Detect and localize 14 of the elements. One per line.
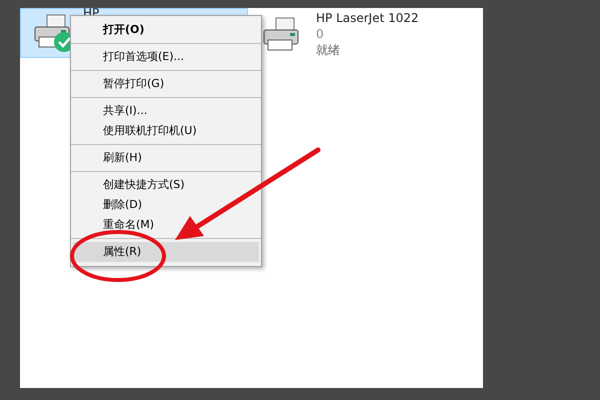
menu-item[interactable]: 打开(O) (73, 20, 259, 40)
menu-item[interactable]: 刷新(H) (73, 148, 259, 168)
document-count: 0 (316, 26, 325, 42)
menu-item[interactable]: 暂停打印(G) (73, 74, 259, 94)
menu-item[interactable]: 属性(R) (73, 242, 259, 262)
printer-name: HP LaserJet 1022 (316, 10, 419, 26)
printer-status: 就绪 (316, 42, 341, 58)
menu-item[interactable]: 删除(D) (73, 195, 259, 215)
menu-item[interactable]: 重命名(M) (73, 215, 259, 235)
printer-tile[interactable]: HP LaserJet 1022 0 就绪 (260, 8, 419, 68)
menu-item[interactable]: 创建快捷方式(S) (73, 175, 259, 195)
menu-item[interactable]: 使用联机打印机(U) (73, 121, 259, 141)
menu-item[interactable]: 打印首选项(E)... (73, 47, 259, 67)
menu-item[interactable]: 共享(I)... (73, 101, 259, 121)
